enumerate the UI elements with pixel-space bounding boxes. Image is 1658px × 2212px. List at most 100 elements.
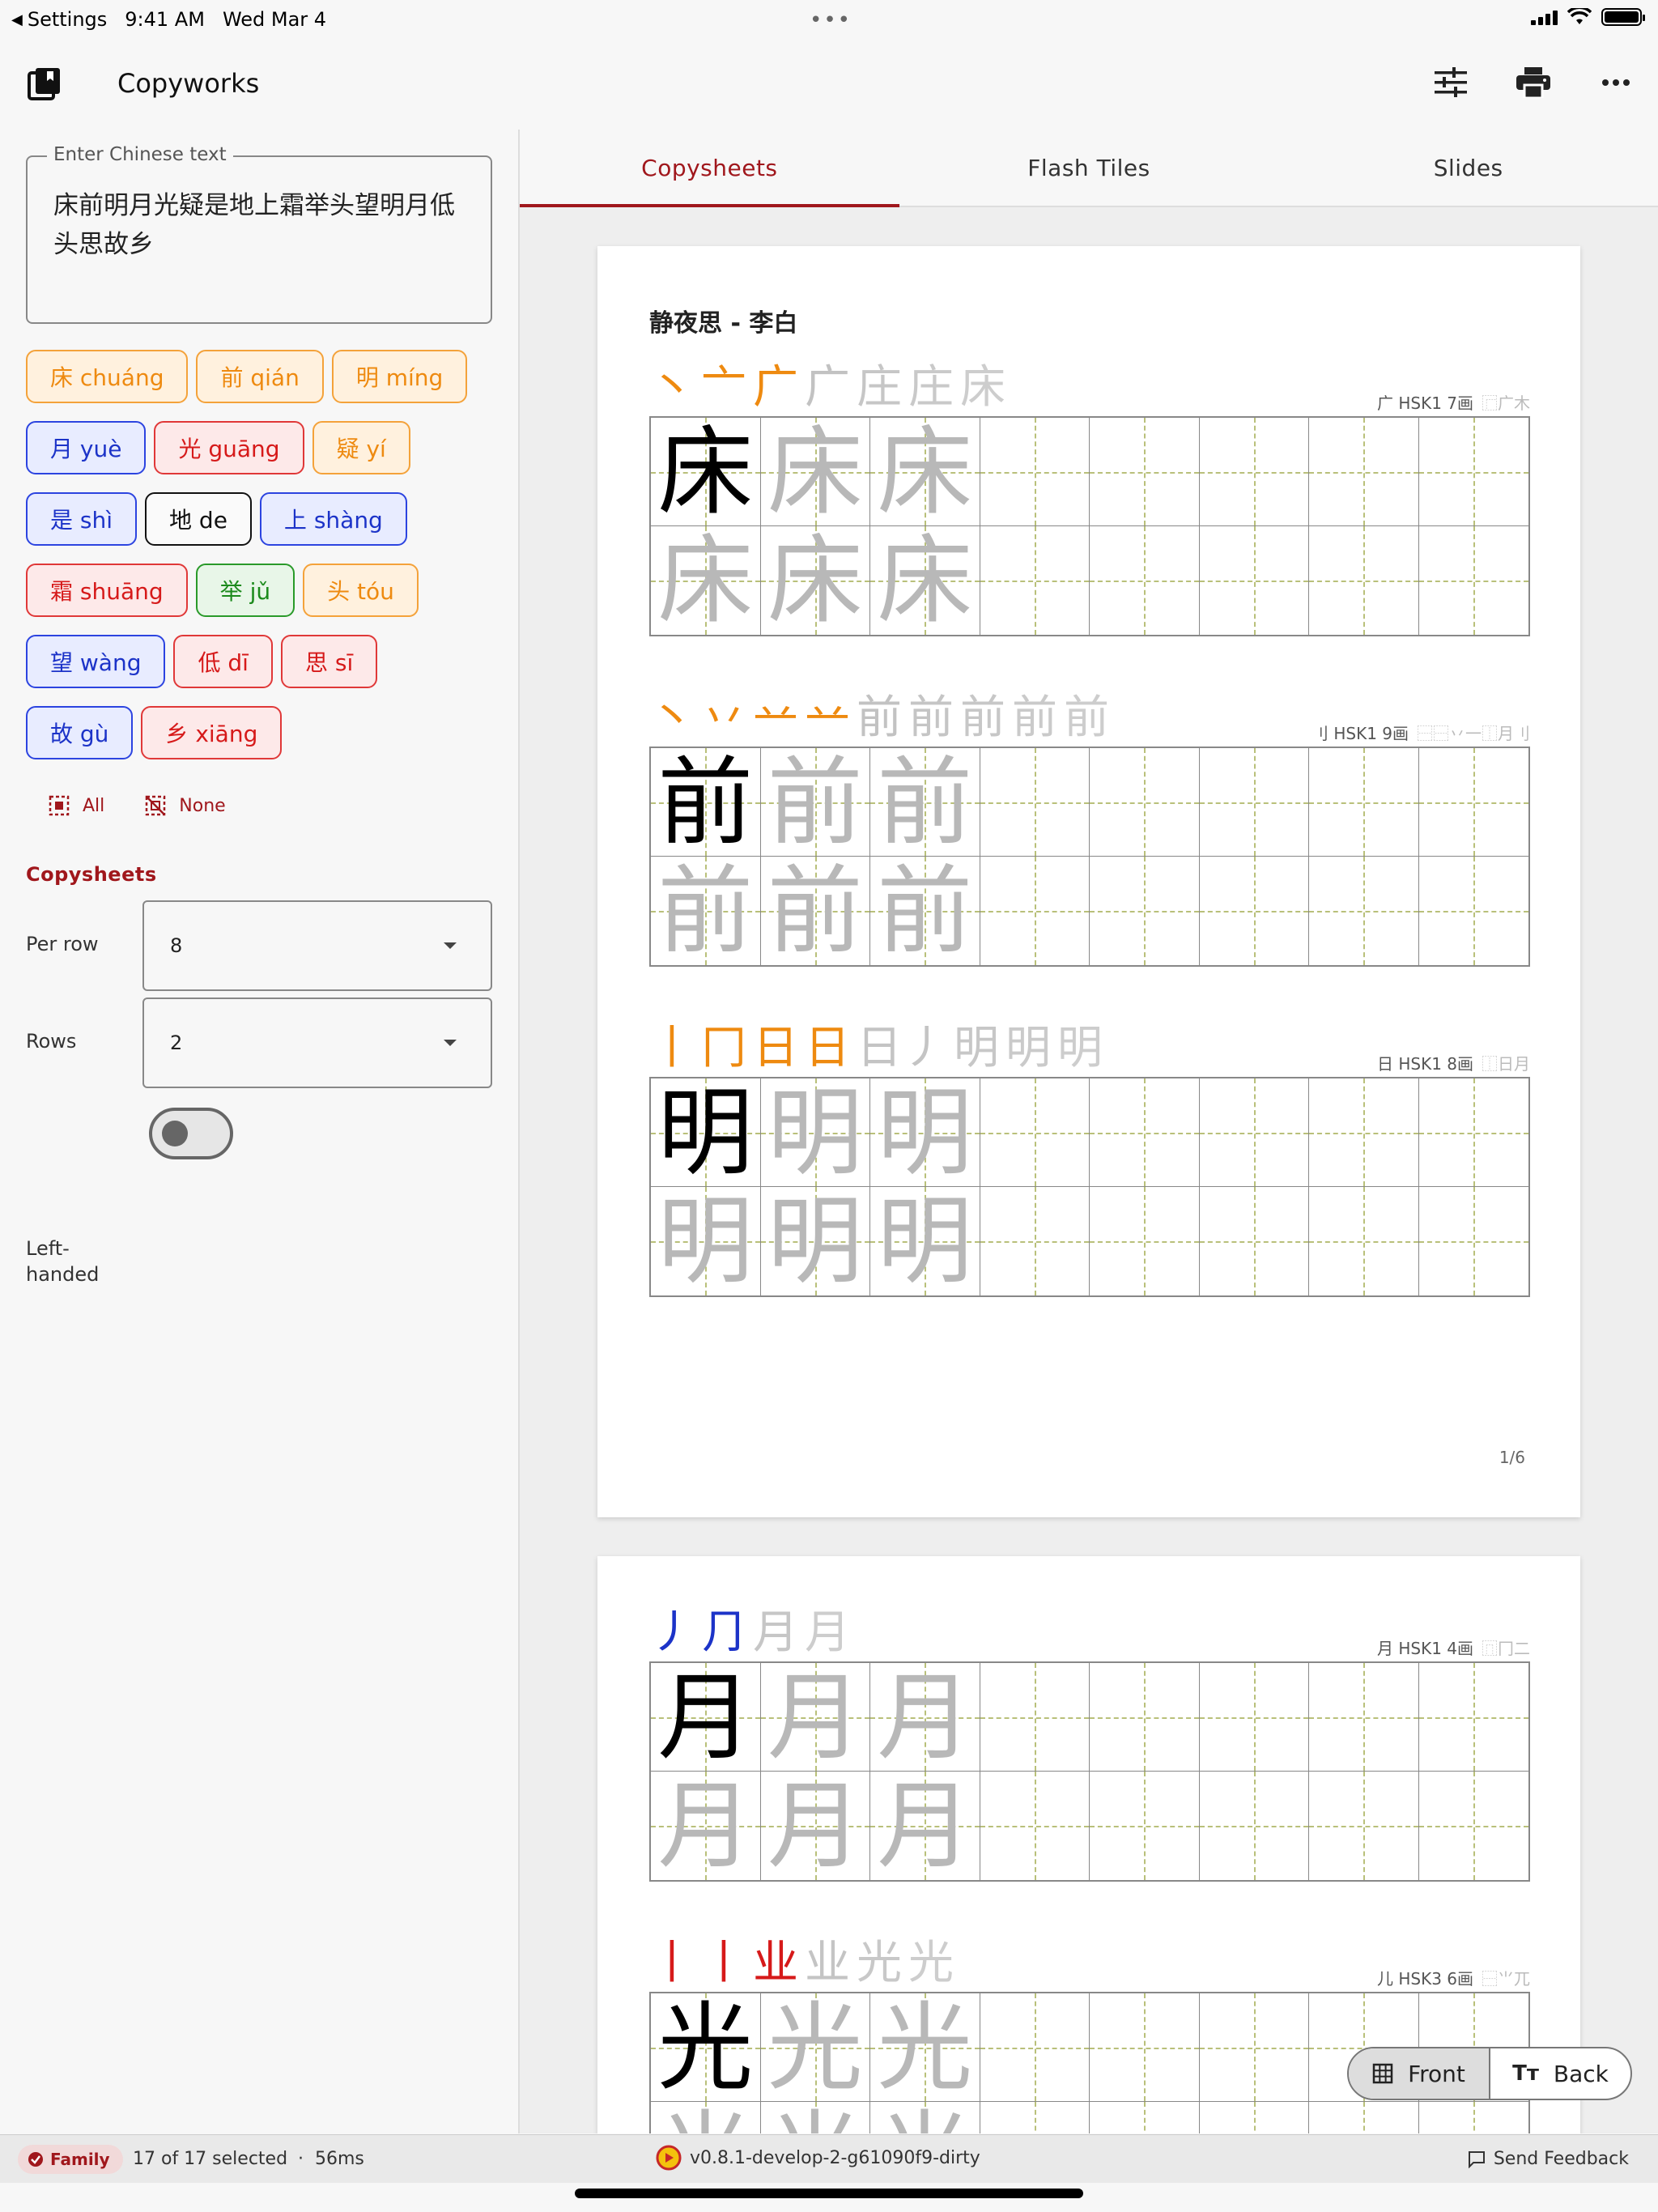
print-icon[interactable] xyxy=(1516,65,1551,100)
trace-character: 明 xyxy=(767,1078,863,1187)
back-button[interactable]: Tт Back xyxy=(1490,2048,1630,2099)
left-handed-toggle[interactable] xyxy=(149,1108,233,1159)
per-row-dropdown[interactable]: 8 xyxy=(142,900,492,991)
grid-cell: 明 xyxy=(651,1078,761,1187)
grid-cell: 光 xyxy=(651,1993,761,2102)
grid-cell xyxy=(1090,2102,1200,2133)
character-chip[interactable]: 乡 xiāng xyxy=(141,706,283,759)
trace-character: 月 xyxy=(657,1772,754,1880)
grid-cell: 床 xyxy=(651,526,761,635)
chip-row: 床 chuáng 前 qián 明 míng xyxy=(26,350,504,403)
grid-cell: 月 xyxy=(651,1772,761,1880)
character-chip[interactable]: 望 wàng xyxy=(26,635,166,688)
model-character: 明 xyxy=(657,1078,754,1187)
trace-character: 前 xyxy=(657,857,754,965)
grid-cell: 床 xyxy=(870,418,980,526)
grid-cell xyxy=(1199,418,1309,526)
trace-character: 前 xyxy=(877,748,973,857)
tab-slides[interactable]: Slides xyxy=(1278,130,1658,206)
stroke-step: 前 xyxy=(908,691,954,744)
radical-hsk-strokes: 刂 HSK1 9画 xyxy=(1312,724,1409,743)
selection-count: 17 of 17 selected xyxy=(133,2149,288,2169)
stroke-step: 日 xyxy=(805,1022,850,1074)
copysheet-page: 静夜思 - 李白 1/6 丶亠广广庄庄床广 HSK1 7画 ⿸广木床床床床床床丶丷… xyxy=(597,246,1580,1517)
wifi-icon xyxy=(1567,8,1592,24)
model-character: 月 xyxy=(657,1663,754,1772)
character-chip[interactable]: 故 gù xyxy=(26,706,134,759)
character-practice-block: 丶亠广广庄庄床广 HSK1 7画 ⿸广木床床床床床床 xyxy=(649,359,1530,636)
stroke-order-sequence: 丨冂日日日丿明明明 xyxy=(649,1020,1103,1074)
trace-character: 光 xyxy=(877,2108,972,2133)
check-circle-icon xyxy=(28,2152,43,2167)
tab-flash-tiles[interactable]: Flash Tiles xyxy=(899,130,1279,206)
trace-character: 床 xyxy=(877,418,973,526)
back-arrow-icon[interactable]: ◀ xyxy=(11,11,23,28)
front-button[interactable]: Front xyxy=(1349,2048,1490,2099)
grid-cell: 前 xyxy=(651,748,761,857)
dropdown-caret-icon xyxy=(444,1040,457,1046)
character-chip[interactable]: 月 yuè xyxy=(26,421,147,474)
stroke-step: 日 xyxy=(753,1022,798,1074)
trace-character: 光 xyxy=(767,1993,863,2102)
stroke-step: ⺆ xyxy=(701,1606,746,1659)
character-chip[interactable]: 低 dī xyxy=(173,635,273,688)
chip-row: 月 yuè 光 guāng 疑 yí xyxy=(26,421,504,474)
stroke-step: 丶 xyxy=(649,691,695,744)
tune-settings-icon[interactable] xyxy=(1433,65,1469,100)
grid-cell: 光 xyxy=(760,1993,870,2102)
stroke-order-sequence: 丶丷䒑䒑前前前前前 xyxy=(649,690,1109,743)
grid-cell: 前 xyxy=(651,857,761,965)
chinese-text-input[interactable]: Enter Chinese text 床前明月光疑是地上霜举头望明月低头思故乡 xyxy=(26,144,492,324)
battery-icon xyxy=(1601,8,1645,26)
copysheet-preview[interactable]: 静夜思 - 李白 1/6 丶亠广广庄庄床广 HSK1 7画 ⿸广木床床床床床床丶丷… xyxy=(520,207,1658,2133)
back-to-settings-label[interactable]: Settings xyxy=(28,8,107,31)
select-all-button[interactable]: All xyxy=(49,795,104,816)
character-chip[interactable]: 光 guāng xyxy=(154,421,304,474)
trace-character: 床 xyxy=(767,526,863,635)
rows-label: Rows xyxy=(26,1030,77,1053)
send-feedback-label: Send Feedback xyxy=(1493,2149,1629,2169)
front-back-toggle: Front Tт Back xyxy=(1347,2047,1632,2100)
app-title: Copyworks xyxy=(117,68,260,99)
character-chip[interactable]: 头 tóu xyxy=(303,564,419,617)
select-all-label: All xyxy=(83,795,105,816)
multitasking-dots-icon[interactable]: ••• xyxy=(810,8,852,32)
character-chip[interactable]: 疑 yí xyxy=(312,421,410,474)
character-chip[interactable]: 霜 shuāng xyxy=(26,564,188,617)
grid-cell xyxy=(1418,748,1528,857)
rows-dropdown[interactable]: 2 xyxy=(142,998,492,1088)
character-chip[interactable]: 上 shàng xyxy=(259,492,407,546)
character-chip[interactable]: 前 qián xyxy=(196,350,324,403)
text-size-icon: Tт xyxy=(1512,2061,1539,2086)
grid-cells: 月月月月月月 xyxy=(651,1663,1528,1880)
select-none-label: None xyxy=(179,795,226,816)
stroke-step: 前 xyxy=(1012,691,1057,744)
per-row-label: Per row xyxy=(26,933,99,955)
send-feedback-button[interactable]: Send Feedback xyxy=(1468,2149,1629,2169)
trace-character: 床 xyxy=(657,526,754,635)
character-chip[interactable]: 床 chuáng xyxy=(26,350,189,403)
stroke-order-sequence: 丿⺆月月 xyxy=(649,1605,850,1658)
select-none-button[interactable]: None xyxy=(145,795,226,816)
character-chip[interactable]: 是 shì xyxy=(26,492,138,546)
character-practice-block: 丨丨业业光光儿 HSK3 6画⿱⺌兀光光光光光光 xyxy=(649,1935,1530,2133)
grid-cell xyxy=(1090,1772,1200,1880)
character-chip[interactable]: 思 sī xyxy=(280,635,378,688)
home-indicator[interactable] xyxy=(575,2189,1083,2198)
character-chip[interactable]: 举 jǔ xyxy=(195,564,295,617)
tab-copysheets[interactable]: Copysheets xyxy=(520,130,899,207)
character-chip[interactable]: 明 míng xyxy=(331,350,468,403)
grid-cell: 明 xyxy=(870,1078,980,1187)
chip-row: 望 wàng 低 dī 思 sī xyxy=(26,635,504,688)
character-metadata: 日 HSK1 8画 ⿰日月 xyxy=(1377,1051,1530,1074)
trace-character: 前 xyxy=(877,857,973,965)
more-options-icon[interactable] xyxy=(1598,65,1634,100)
character-chip[interactable]: 地 de xyxy=(145,492,252,546)
chinese-text-input-value[interactable]: 床前明月光疑是地上霜举头望明月低头思故乡 xyxy=(53,186,474,264)
stroke-step: 日丿 xyxy=(857,1022,947,1074)
practice-grid: 床床床床床床 xyxy=(649,416,1530,636)
family-badge[interactable]: Family xyxy=(18,2145,123,2174)
render-timing-value: 56ms xyxy=(314,2149,364,2169)
version-info: v0.8.1-develop-2-g61090f9-dirty xyxy=(656,2145,980,2171)
grid-cell: 床 xyxy=(760,526,870,635)
